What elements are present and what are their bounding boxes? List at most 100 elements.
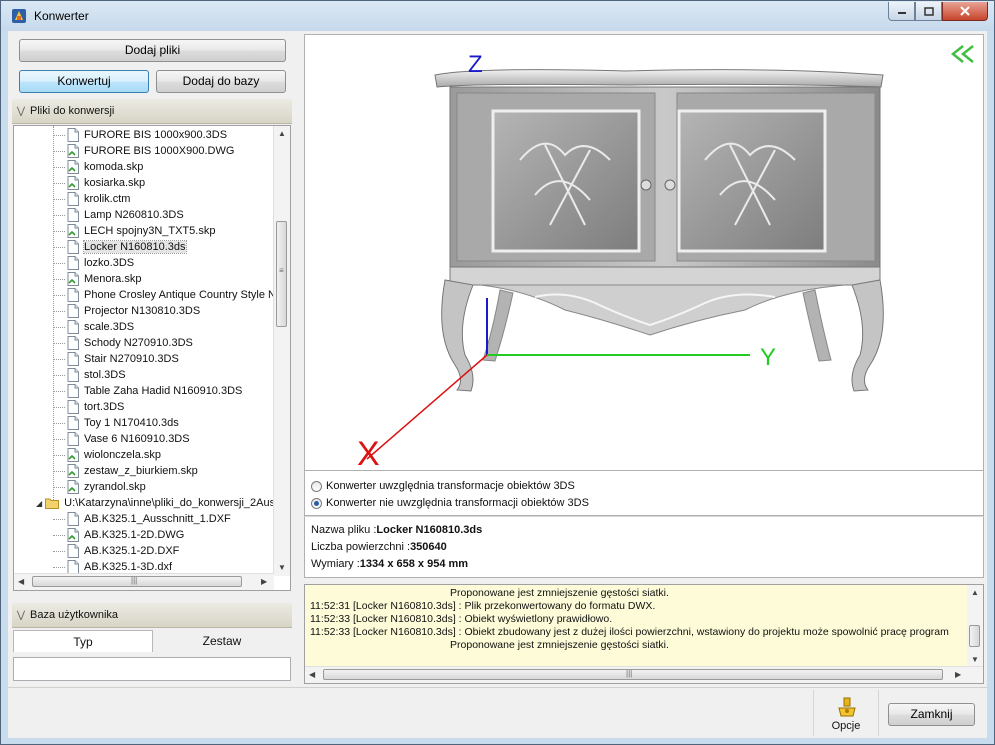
user-db-title: Baza użytkownika xyxy=(30,609,119,621)
log-vertical-scrollbar[interactable]: ▲ ▼ xyxy=(967,585,983,669)
tab-type[interactable]: Typ xyxy=(13,630,153,652)
minimize-button[interactable] xyxy=(888,2,915,21)
tree-file-item[interactable]: Projector N130810.3DS xyxy=(53,303,200,319)
tree-file-label: komoda.skp xyxy=(84,161,144,173)
tree-file-item[interactable]: Menora.skp xyxy=(53,271,141,287)
radio-button-on[interactable] xyxy=(311,497,322,509)
log-line: Proponowane jest zmniejszenie gęstości s… xyxy=(310,587,669,599)
3d-model-view[interactable]: Z Y X xyxy=(305,35,983,470)
log-line: Proponowane jest zmniejszenie gęstości s… xyxy=(310,639,669,651)
cabinet-model xyxy=(434,69,884,392)
user-db-section-header[interactable]: ⋁ Baza użytkownika xyxy=(12,603,292,628)
tree-file-item[interactable]: Toy 1 N170410.3ds xyxy=(53,415,179,431)
log-hscroll-thumb[interactable]: ||| xyxy=(323,669,943,680)
info-dimensions: Wymiary :1334 x 658 x 954 mm xyxy=(311,558,469,570)
scroll-down-icon[interactable]: ▼ xyxy=(971,655,979,664)
tree-folder-label: U:\Katarzyna\inne\pliki_do_konwersji_2Au… xyxy=(64,497,274,509)
tree-horizontal-scrollbar[interactable]: ◀ ||| ▶ xyxy=(14,573,274,590)
close-window-button[interactable] xyxy=(942,2,988,21)
scroll-right-icon[interactable]: ▶ xyxy=(261,577,267,586)
log-horizontal-scrollbar[interactable]: ◀ ||| ▶ xyxy=(305,666,983,683)
tree-file-item[interactable]: krolik.ctm xyxy=(53,191,131,207)
tree-file-item[interactable]: Schody N270910.3DS xyxy=(53,335,193,351)
tree-file-item[interactable]: kosiarka.skp xyxy=(53,175,145,191)
file-icon xyxy=(67,368,79,382)
log-panel[interactable]: Proponowane jest zmniejszenie gęstości s… xyxy=(304,584,984,684)
scroll-right-icon[interactable]: ▶ xyxy=(955,670,961,679)
file-icon xyxy=(67,272,79,286)
scroll-up-icon[interactable]: ▲ xyxy=(971,588,979,597)
tree-file-item[interactable]: Lamp N260810.3DS xyxy=(53,207,184,223)
tree-file-item[interactable]: Locker N160810.3ds xyxy=(53,239,187,255)
scroll-up-icon[interactable]: ▲ xyxy=(278,129,286,138)
axis-x-label: X xyxy=(357,435,380,470)
tree-file-item[interactable]: AB.K325.1-2D.DXF xyxy=(53,543,179,559)
file-icon xyxy=(67,448,79,462)
tree-file-label: lozko.3DS xyxy=(84,257,135,269)
file-icon xyxy=(67,176,79,190)
tree-vertical-scrollbar[interactable]: ▲ ≡ ▼ xyxy=(273,126,290,576)
file-tree[interactable]: FURORE BIS 1000x900.3DS FURORE BIS 1000X9… xyxy=(13,125,291,591)
right-panel: Z Y X Konwerter uwzględnia transformacje… xyxy=(301,31,987,687)
tree-file-item[interactable]: Table Zaha Hadid N160910.3DS xyxy=(53,383,242,399)
left-panel: Dodaj pliki Konwertuj Dodaj do bazy ⋁ Pl… xyxy=(8,31,296,687)
title-bar[interactable]: Konwerter xyxy=(1,1,994,31)
tree-file-item[interactable]: zyrandol.skp xyxy=(53,479,146,495)
convert-button[interactable]: Konwertuj xyxy=(19,70,149,93)
client-area: Dodaj pliki Konwertuj Dodaj do bazy ⋁ Pl… xyxy=(8,31,987,738)
window-title: Konwerter xyxy=(34,9,89,23)
files-section-title: Pliki do konwersji xyxy=(30,105,115,117)
tree-vscroll-thumb[interactable]: ≡ xyxy=(276,221,287,327)
tree-folder-item[interactable]: ◢ U:\Katarzyna\inne\pliki_do_konwersji_2A… xyxy=(36,495,274,511)
options-button[interactable]: Opcje xyxy=(813,690,879,736)
minimize-icon xyxy=(897,12,906,14)
options-label: Opcje xyxy=(831,720,861,732)
files-section-header[interactable]: ⋁ Pliki do konwersji xyxy=(12,99,292,124)
tab-set[interactable]: Zestaw xyxy=(153,630,291,652)
file-info-panel: Nazwa pliku :Locker N160810.3ds Liczba p… xyxy=(304,516,984,578)
tree-file-item[interactable]: scale.3DS xyxy=(53,319,135,335)
file-icon xyxy=(67,560,79,574)
tree-file-item[interactable]: Stair N270910.3DS xyxy=(53,351,179,367)
scroll-left-icon[interactable]: ◀ xyxy=(309,670,315,679)
tree-hscroll-thumb[interactable]: ||| xyxy=(32,576,242,587)
tree-file-label: scale.3DS xyxy=(84,321,135,333)
maximize-button[interactable] xyxy=(915,2,942,21)
tree-file-item[interactable]: wiolonczela.skp xyxy=(53,447,161,463)
radio-button-off[interactable] xyxy=(311,480,322,492)
tree-file-item[interactable]: Phone Crosley Antique Country Style N1 xyxy=(53,287,274,303)
tree-file-label: krolik.ctm xyxy=(84,193,131,205)
radio-without-transform[interactable]: Konwerter nie uwzględnia transformacji o… xyxy=(311,497,589,509)
tree-file-item[interactable]: stol.3DS xyxy=(53,367,126,383)
transform-options: Konwerter uwzględnia transformacje obiek… xyxy=(304,471,984,516)
log-vscroll-thumb[interactable] xyxy=(969,625,980,647)
radio-with-transform[interactable]: Konwerter uwzględnia transformacje obiek… xyxy=(311,480,575,492)
tree-file-item[interactable]: komoda.skp xyxy=(53,159,144,175)
tree-file-item[interactable]: LECH spojny3N_TXT5.skp xyxy=(53,223,215,239)
add-to-db-button[interactable]: Dodaj do bazy xyxy=(156,70,286,93)
double-chevron-left-icon[interactable] xyxy=(950,45,974,63)
tree-file-item[interactable]: Vase 6 N160910.3DS xyxy=(53,431,190,447)
tree-file-item[interactable]: FURORE BIS 1000X900.DWG xyxy=(53,143,234,159)
log-line: 11:52:33 [Locker N160810.3ds] : Obiekt z… xyxy=(310,626,949,638)
scroll-left-icon[interactable]: ◀ xyxy=(18,577,24,586)
3d-viewport[interactable]: Z Y X xyxy=(304,34,984,471)
user-db-field[interactable] xyxy=(13,657,291,681)
scroll-down-icon[interactable]: ▼ xyxy=(278,563,286,572)
collapse-chevron-icon: ⋁ xyxy=(16,105,26,117)
tree-file-item[interactable]: tort.3DS xyxy=(53,399,124,415)
tree-file-item[interactable]: AB.K325.1_Ausschnitt_1.DXF xyxy=(53,511,231,527)
tree-file-item[interactable]: zestaw_z_biurkiem.skp xyxy=(53,463,198,479)
close-button[interactable]: Zamknij xyxy=(888,703,975,726)
log-line: 11:52:33 [Locker N160810.3ds] : Obiekt w… xyxy=(310,613,613,625)
file-icon xyxy=(67,352,79,366)
tree-file-item[interactable]: lozko.3DS xyxy=(53,255,135,271)
tree-file-item[interactable]: AB.K325.1-2D.DWG xyxy=(53,527,184,543)
axis-y-label: Y xyxy=(760,344,776,371)
expand-arrow-icon[interactable]: ◢ xyxy=(36,499,42,508)
add-files-button[interactable]: Dodaj pliki xyxy=(19,39,286,62)
tree-file-label: stol.3DS xyxy=(84,369,126,381)
tree-file-label: AB.K325.1-3D.dxf xyxy=(84,561,173,573)
tree-file-item[interactable]: FURORE BIS 1000x900.3DS xyxy=(53,127,228,143)
tree-file-label: FURORE BIS 1000x900.3DS xyxy=(84,129,228,141)
